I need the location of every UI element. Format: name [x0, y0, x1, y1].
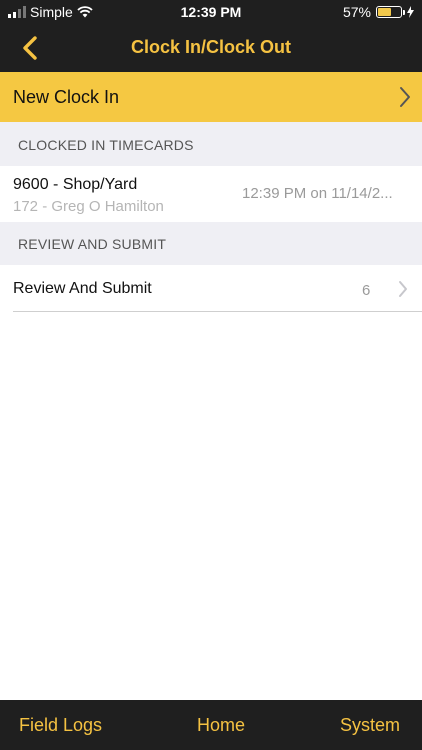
timecard-time: 12:39 PM on 11/14/2... [242, 185, 393, 202]
section-header-clocked-in: CLOCKED IN TIMECARDS [0, 122, 422, 166]
row-divider [13, 311, 422, 312]
timecard-employee: 172 - Greg O Hamilton [13, 198, 164, 215]
new-clock-in-button[interactable]: New Clock In [0, 72, 422, 122]
section-header-review: REVIEW AND SUBMIT [0, 222, 422, 265]
status-bar: Simple 12:39 PM 57% [0, 0, 422, 24]
new-clock-in-label: New Clock In [13, 87, 120, 107]
status-right: 57% [343, 4, 414, 20]
timecard-job: 9600 - Shop/Yard [13, 176, 138, 193]
battery-icon [376, 6, 405, 18]
page-title: Clock In/Clock Out [130, 37, 292, 57]
section-header-label: CLOCKED IN TIMECARDS [18, 137, 194, 153]
tab-system[interactable]: System [340, 715, 400, 736]
battery-percent: 57% [342, 4, 371, 20]
review-and-submit-label: Review And Submit [13, 280, 152, 297]
review-count-badge: 6 [362, 282, 371, 299]
review-and-submit-button[interactable]: Review And Submit 6 [0, 265, 422, 311]
chevron-right-icon [400, 87, 410, 107]
navigation-bar: Clock In/Clock Out [0, 24, 422, 72]
tab-home[interactable]: Home [197, 715, 245, 736]
timecard-row[interactable]: 9600 - Shop/Yard 172 - Greg O Hamilton 1… [0, 166, 422, 222]
charging-icon [407, 6, 414, 18]
tab-field-logs[interactable]: Field Logs [19, 715, 102, 736]
tab-bar: Field Logs Home System [0, 700, 422, 750]
section-header-label: REVIEW AND SUBMIT [18, 236, 167, 252]
chevron-right-icon [399, 281, 407, 297]
